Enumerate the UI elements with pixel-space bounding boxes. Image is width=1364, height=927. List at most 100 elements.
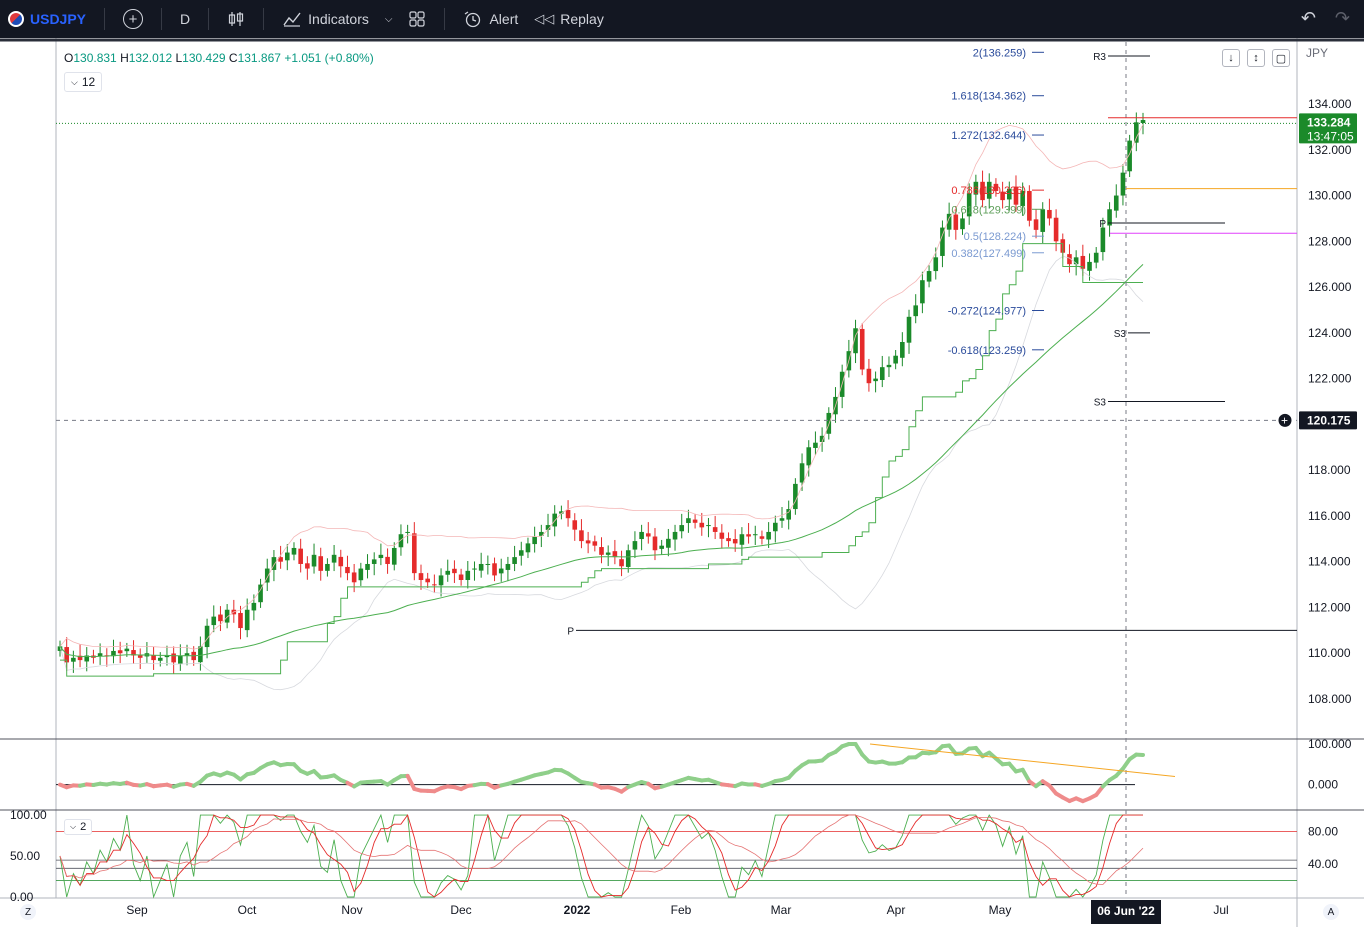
zoom-button[interactable]: Z [20,904,36,920]
pane-collapse-button[interactable]: ⌵ 2 [64,819,93,835]
countdown-label: 13:47:05 [1307,129,1354,143]
y-axis-tick-label: 0.00 [10,890,34,904]
y-axis-tick-label: 124.000 [1308,326,1352,340]
alert-label: Alert [489,11,519,27]
y-axis-tick-label: 118.000 [1308,463,1351,477]
indicators-collapse-button[interactable]: ⌵ 12 [64,72,103,92]
y-axis-tick-label: 108.000 [1308,692,1352,706]
fib-level-label: -0.618(123.259) [948,345,1026,357]
layout-button[interactable] [400,0,434,38]
compare-button[interactable]: + [115,0,151,38]
chevron-down-icon[interactable]: ⌵ [385,14,393,25]
collapse-icon[interactable]: ↕ [1247,49,1265,67]
chevron-down-icon: ⌵ [70,822,77,831]
currency-label: JPY [1306,46,1329,60]
low-value: 130.429 [182,51,226,65]
x-axis-tick-label: May [989,903,1012,917]
alarm-clock-icon [465,11,481,28]
chart-type-button[interactable] [219,0,253,38]
y-axis-tick-label: 0.000 [1308,778,1338,792]
auto-scale-button[interactable]: A [1323,904,1339,920]
crosshair-date-label: 06 Jun '22 [1097,904,1155,918]
layout-grid-icon [409,11,426,27]
y-axis-tick-label: 116.000 [1308,509,1351,523]
y-axis-tick-label: 100.000 [1308,737,1352,751]
crosshair-price-label: 120.175 [1307,413,1351,427]
alert-button[interactable]: Alert [455,0,526,38]
x-axis-tick-label: Sep [126,903,148,917]
close-value: 131.867 [237,51,281,65]
symbol-selector[interactable]: USDJPY [0,0,94,38]
candle [859,323,865,376]
plus-circle-icon: + [123,9,144,29]
fib-level-label: 0.618(129.399) [951,204,1026,216]
divider [208,8,210,30]
y-axis-tick-label: 130.000 [1308,189,1352,203]
y-axis-tick-label: 132.000 [1308,143,1352,157]
fib-level-label: 2(136.259) [973,47,1026,59]
fib-level-label: 0.786(130.236) [951,185,1026,197]
chart-background [0,38,1364,927]
pivot-label: S3 [1094,398,1107,409]
rewind-icon: ◁◁ [534,11,555,26]
divider [161,8,163,30]
last-price-label: 133.284 [1307,115,1351,129]
y-axis-tick-label: 122.000 [1308,372,1352,386]
candles-icon [229,12,244,26]
x-axis-tick-label: Dec [450,903,471,917]
symbol-name: USDJPY [30,11,87,27]
divider [444,8,446,30]
y-axis-tick-label: 80.00 [1308,824,1338,838]
arrow-down-icon[interactable]: ↓ [1222,49,1240,67]
candle [1027,185,1032,227]
indicators-button[interactable]: Indicators ⌵ [274,0,400,38]
close-label: C [228,51,238,65]
undo-icon[interactable]: ↶ [1301,8,1316,29]
divider [263,8,265,30]
pivot-label: R3 [1093,52,1106,63]
fib-level-label: 1.272(132.644) [951,130,1026,142]
divider [104,8,106,30]
change-value: +1.051 (+0.80%) [284,51,374,65]
y-axis-tick-label: 50.00 [10,849,40,863]
interval-button[interactable]: D [172,0,198,38]
y-axis-tick-label: 126.000 [1308,280,1352,294]
pivot-label: P [567,626,574,637]
y-axis-tick-label: 100.00 [10,808,47,822]
maximize-icon[interactable]: ▢ [1272,49,1290,67]
y-axis-tick-label: 40.00 [1308,857,1338,871]
y-axis-tick-label: 134.000 [1308,97,1352,111]
indicators-icon [283,12,301,27]
y-axis-tick-label: 112.000 [1308,600,1351,614]
pivot-label: S3 [1114,329,1127,340]
x-axis-tick-label: Nov [341,903,362,917]
x-axis-tick-label: Apr [887,903,906,917]
replay-button[interactable]: ◁◁ Replay [526,0,612,38]
redo-icon[interactable]: ↷ [1335,8,1350,29]
plus-icon: + [1281,413,1288,427]
flag-icon [8,11,24,27]
y-axis-tick-label: 110.000 [1308,646,1351,660]
pivot-label: P [1099,219,1106,230]
ohlc-legend: O130.831 H132.012 L130.429 C131.867 +1.0… [64,51,374,65]
fib-level-label: 1.618(134.362) [951,91,1026,103]
high-label: H [120,51,129,65]
pane-indicator-count: 2 [80,821,87,833]
replay-label: Replay [560,11,604,27]
x-axis-tick-label: Mar [771,903,792,917]
x-axis-tick-label: 2022 [564,903,591,917]
fib-level-label: 0.382(127.499) [951,248,1026,260]
fib-level-label: 0.5(128.224) [964,231,1026,243]
interval-label: D [180,11,191,27]
x-axis-tick-label: Oct [238,903,257,917]
open-value: 130.831 [73,51,117,65]
chevron-down-icon: ⌵ [71,76,78,87]
top-toolbar: USDJPY + D Indicators ⌵ Alert ◁◁ Replay … [0,0,1364,38]
chart-area[interactable]: 134.000 132.000 130.000 128.000 126.000 124.0… [0,38,1364,927]
open-label: O [64,51,74,65]
indicator-count: 12 [81,75,96,89]
x-axis-tick-label: Jul [1213,903,1228,917]
indicators-label: Indicators [308,11,369,27]
y-axis-tick-label: 114.000 [1308,555,1351,569]
high-value: 132.012 [128,51,173,65]
